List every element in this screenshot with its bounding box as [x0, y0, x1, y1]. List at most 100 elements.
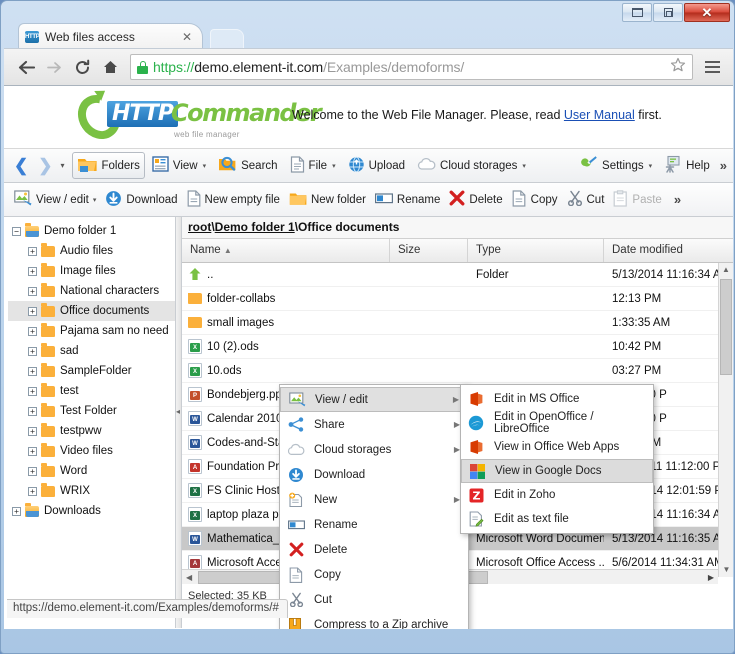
toolbar-new-empty-file[interactable]: New empty file [183, 187, 284, 213]
scroll-up-icon[interactable]: ▲ [719, 263, 733, 277]
column-header-size[interactable]: Size [390, 239, 468, 262]
vertical-scroll-thumb[interactable] [720, 279, 732, 375]
scroll-left-icon[interactable]: ◀ [182, 573, 192, 582]
context-menu-item-cut[interactable]: Cut [280, 587, 468, 612]
tree-node-downloads[interactable]: + Downloads [8, 501, 175, 521]
bookmark-star-icon[interactable] [664, 57, 686, 77]
maximize-button[interactable] [653, 3, 683, 22]
tree-node-word[interactable]: + Word [8, 461, 175, 481]
toolbar-view-edit[interactable]: View / edit ▾ [10, 187, 100, 212]
tree-node-demo-folder-1[interactable]: − Demo folder 1 [8, 221, 175, 241]
tree-node-pajama-sam-no-need[interactable]: + Pajama sam no need [8, 321, 175, 341]
scroll-down-icon[interactable]: ▼ [719, 563, 733, 577]
toolbar-delete[interactable]: Delete [445, 187, 506, 212]
tree-expander-icon[interactable]: + [28, 386, 37, 396]
table-row[interactable]: .. Folder 5/13/2014 11:16:34 A [182, 263, 733, 287]
scroll-right-icon[interactable]: ▶ [708, 573, 714, 582]
tree-node-testpww[interactable]: + testpww [8, 421, 175, 441]
breadcrumb-demo-folder-1[interactable]: Demo folder 1 [215, 220, 295, 234]
google-docs-icon [468, 463, 486, 480]
tree-expander-icon[interactable]: + [28, 406, 37, 416]
tree-node-video-files[interactable]: + Video files [8, 441, 175, 461]
column-header-name[interactable]: Name ▲ [182, 239, 390, 262]
context-menu-item-share[interactable]: Share ▶ [280, 412, 468, 437]
table-row[interactable]: X 10.ods 03:27 PM [182, 359, 733, 383]
context-menu-item-view-edit[interactable]: View / edit ▶ [280, 387, 468, 412]
toolbar-new-folder[interactable]: New folder [285, 188, 370, 212]
tree-expander-icon[interactable]: + [28, 286, 37, 296]
nav-item-search[interactable]: Search [213, 152, 282, 179]
context-menu-item-cloud-storages[interactable]: Cloud storages ▶ [280, 437, 468, 462]
tree-expander-icon[interactable]: + [28, 266, 37, 276]
table-row[interactable]: small images 1:33:35 AM [182, 311, 733, 335]
nav-item-view[interactable]: View ▾ [147, 153, 211, 178]
tree-expander-icon[interactable]: + [28, 306, 37, 316]
nav-back-arrow[interactable]: ❮ [10, 156, 32, 176]
tree-node-test[interactable]: + test [8, 381, 175, 401]
context-menu-item-delete[interactable]: Delete [280, 537, 468, 562]
tree-node-national-characters[interactable]: + National characters [8, 281, 175, 301]
nav-item-settings[interactable]: Settings ▾ [573, 152, 657, 179]
close-button[interactable]: ✕ [684, 3, 730, 22]
tree-expander-icon[interactable]: + [28, 426, 37, 436]
toolbar-cut[interactable]: Cut [563, 187, 609, 212]
address-bar[interactable]: https://demo.element-it.com/Examples/dem… [130, 54, 693, 80]
toolbar-copy[interactable]: Copy [508, 187, 562, 213]
tree-node-sad[interactable]: + sad [8, 341, 175, 361]
toolbar-overflow-icon[interactable]: » [671, 192, 681, 207]
nav-forward-arrow[interactable]: ❯ [34, 156, 56, 176]
tab-close-icon[interactable]: ✕ [178, 30, 196, 44]
tree-node-test-folder[interactable]: + Test Folder [8, 401, 175, 421]
context-menu-item-download[interactable]: Download [280, 462, 468, 487]
table-row[interactable]: folder-collabs 12:13 PM [182, 287, 733, 311]
chrome-menu-icon[interactable] [699, 53, 725, 81]
vertical-scrollbar[interactable]: ▲ ▼ [718, 263, 733, 577]
tree-expander-icon[interactable]: + [12, 506, 21, 516]
tree-expander-icon[interactable]: + [28, 466, 37, 476]
home-button[interactable] [96, 53, 124, 81]
submenu-item-view-google-docs[interactable]: View in Google Docs [461, 459, 653, 483]
context-menu-item-copy[interactable]: Copy [280, 562, 468, 587]
toolbar-download[interactable]: Download [101, 187, 181, 213]
submenu-item-edit-as-text-file[interactable]: Edit as text file [461, 507, 653, 531]
browser-tab[interactable]: HTTP Web files access ✕ [18, 23, 203, 50]
context-menu-item-new[interactable]: New ▶ [280, 487, 468, 512]
tree-expander-icon[interactable]: + [28, 446, 37, 456]
toolbar-paste[interactable]: Paste [609, 187, 665, 213]
new-tab-button[interactable] [210, 29, 244, 49]
tree-node-image-files[interactable]: + Image files [8, 261, 175, 281]
user-manual-link[interactable]: User Manual [564, 108, 635, 122]
nav-history-caret-icon[interactable]: ▾ [59, 161, 70, 170]
context-menu-item-rename[interactable]: Rename [280, 512, 468, 537]
forward-button[interactable] [40, 53, 68, 81]
back-button[interactable] [12, 53, 40, 81]
submenu-item-edit-openoffice[interactable]: Edit in OpenOffice / LibreOffice [461, 411, 653, 435]
column-header-date-modified[interactable]: Date modified [604, 239, 733, 262]
context-menu-item-compress-zip[interactable]: Compress to a Zip archive [280, 612, 468, 629]
tree-node-office-documents[interactable]: + Office documents [8, 301, 175, 321]
tree-expander-icon[interactable]: + [28, 326, 37, 336]
nav-item-folders[interactable]: Folders [71, 152, 145, 179]
breadcrumb-root[interactable]: root [188, 220, 211, 234]
tree-expander-icon[interactable]: + [28, 246, 37, 256]
table-row[interactable]: X 10 (2).ods 10:42 PM [182, 335, 733, 359]
tree-node-samplefolder[interactable]: + SampleFolder [8, 361, 175, 381]
minimize-button[interactable] [622, 3, 652, 22]
tree-expander-icon[interactable]: + [28, 346, 37, 356]
nav-item-file[interactable]: File ▾ [285, 153, 341, 179]
submenu-item-view-office-web-apps[interactable]: View in Office Web Apps [461, 435, 653, 459]
tree-node-audio-files[interactable]: + Audio files [8, 241, 175, 261]
tree-expander-icon[interactable]: + [28, 366, 37, 376]
submenu-item-edit-zoho[interactable]: Z Edit in Zoho [461, 483, 653, 507]
nav-item-help[interactable]: Help [659, 152, 715, 180]
nav-overflow-icon[interactable]: » [717, 158, 727, 173]
column-header-type[interactable]: Type [468, 239, 604, 262]
nav-item-upload[interactable]: Upload [343, 153, 410, 179]
nav-item-cloud-storages[interactable]: Cloud storages ▾ [412, 154, 531, 177]
toolbar-rename[interactable]: Rename [371, 190, 444, 210]
submenu-item-edit-ms-office[interactable]: Edit in MS Office [461, 387, 653, 411]
tree-expander-icon[interactable]: + [28, 486, 37, 496]
tree-node-wrix[interactable]: + WRIX [8, 481, 175, 501]
reload-button[interactable] [68, 53, 96, 81]
tree-expander-icon[interactable]: − [12, 226, 21, 236]
